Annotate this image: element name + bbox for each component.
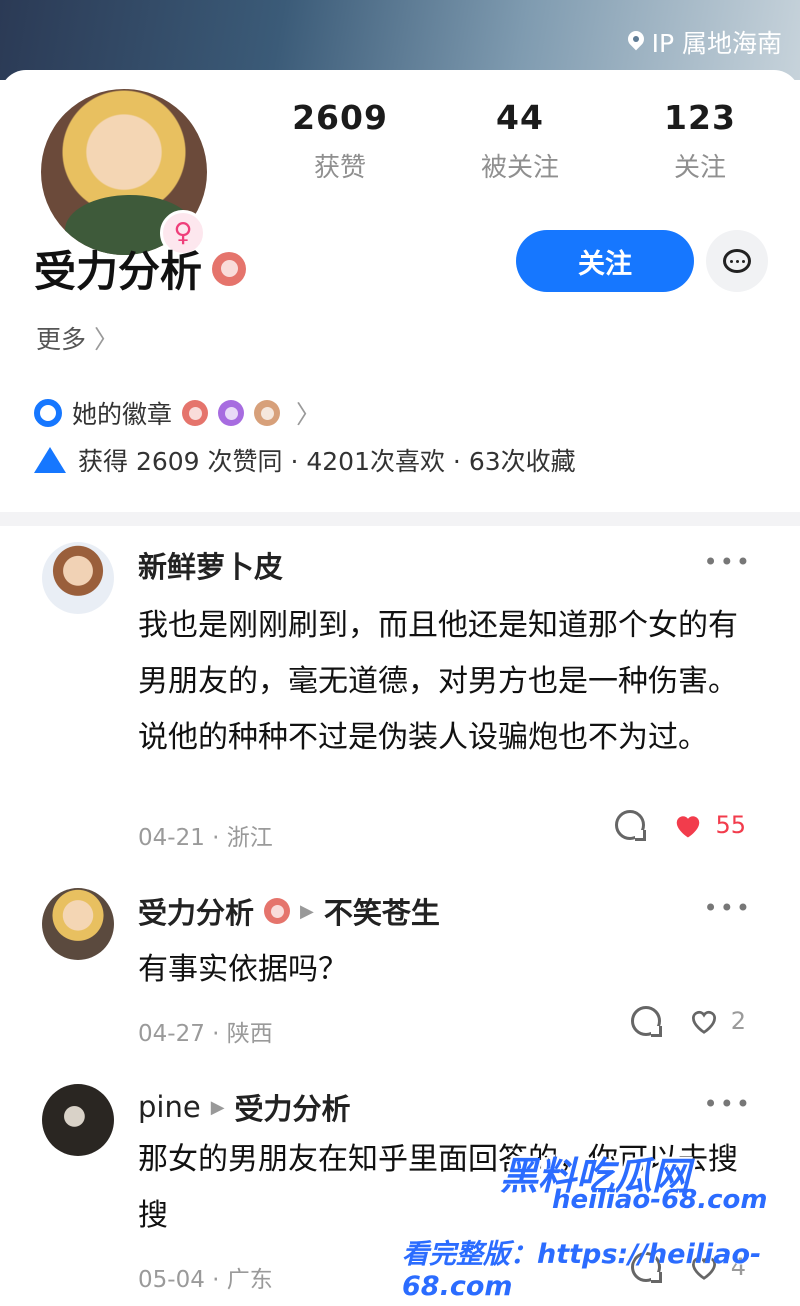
like-button[interactable]: 2 (689, 1007, 746, 1035)
like-button[interactable]: 55 (673, 811, 746, 839)
reply-icon[interactable] (630, 1006, 662, 1037)
comment-meta: 05-04 · 广东 (138, 1267, 273, 1293)
comment-author-name: 受力分析 (138, 896, 255, 930)
stat-followers[interactable]: 44 被关注 (430, 98, 610, 184)
level-badge-icon (264, 898, 291, 924)
badges-label: 她的徽章 (72, 400, 173, 429)
comment-author-name: 新鲜萝卜皮 (138, 550, 284, 584)
profile-name-text: 受力分析 (34, 247, 203, 296)
comment-avatar[interactable] (42, 542, 114, 614)
watermark-url: 看完整版：https://heiliao-68.com (402, 1239, 762, 1302)
comment-item: 新鲜萝卜皮 ••• 我也是刚刚刷到，而且他还是知道那个女的有男朋友的，毫无道德，… (0, 534, 800, 864)
badge-red-icon (182, 400, 209, 426)
stat-value: 2609 (292, 98, 388, 137)
chat-icon (723, 249, 751, 273)
comment-actions: 55 (615, 810, 746, 841)
comment-text: 有事实依据吗？ (138, 952, 348, 987)
comment-author[interactable]: pine ▶ 受力分析 (138, 1086, 351, 1128)
more-link[interactable]: 更多〉 (36, 320, 119, 356)
watermark-domain: heiliao-68.com (552, 1185, 768, 1215)
reply-target[interactable]: 不笑苍生 (324, 890, 440, 932)
badges-row[interactable]: 她的徽章 〉 (34, 395, 321, 431)
comment-actions: 2 (630, 1006, 746, 1037)
comment-meta: 04-27 · 陕西 (138, 1021, 273, 1047)
ip-location: IP 属地海南 (628, 24, 782, 60)
like-count: 55 (715, 811, 746, 839)
comment-author[interactable]: 新鲜萝卜皮 (138, 544, 283, 586)
heart-filled-icon (677, 816, 700, 838)
profile-card: ♀ 2609 获赞 44 被关注 123 关注 受力分析 关注 更多〉 她的徽章… (0, 70, 800, 510)
level-badge-icon (212, 251, 247, 286)
profile-stats: 2609 获赞 44 被关注 123 关注 (250, 98, 790, 184)
like-count: 2 (730, 1007, 746, 1035)
message-button[interactable] (706, 230, 768, 292)
reply-icon[interactable] (615, 810, 647, 841)
heart-outline-icon (691, 1010, 716, 1034)
stat-label: 获赞 (313, 153, 366, 183)
badge-purple-icon (218, 400, 245, 426)
comment-author-name: pine (138, 1090, 201, 1124)
ip-location-text: IP 属地海南 (651, 29, 782, 58)
follow-button[interactable]: 关注 (516, 230, 694, 292)
stat-likes[interactable]: 2609 获赞 (250, 98, 430, 184)
comment-avatar[interactable] (42, 1084, 114, 1156)
chevron-right-icon: 〉 (94, 325, 120, 354)
more-options-icon[interactable]: ••• (704, 1090, 752, 1118)
stat-label: 被关注 (480, 153, 559, 183)
reply-arrow-icon: ▶ (300, 900, 314, 922)
stat-value: 44 (496, 98, 544, 137)
achievement-triangle-icon (34, 447, 66, 473)
stat-label: 关注 (673, 153, 726, 183)
award-icon (34, 399, 62, 427)
comment-text: 我也是刚刚刷到，而且他还是知道那个女的有男朋友的，毫无道德，对男方也是一种伤害。… (138, 608, 738, 755)
stat-value: 123 (664, 98, 736, 137)
achievement-text: 获得 2609 次赞同 · 4201次喜欢 · 63次收藏 (78, 447, 576, 476)
profile-name: 受力分析 (34, 238, 247, 299)
reply-target[interactable]: 受力分析 (235, 1086, 351, 1128)
chevron-right-icon: 〉 (296, 400, 322, 429)
more-options-icon[interactable]: ••• (704, 548, 752, 576)
section-divider (0, 512, 800, 526)
reply-arrow-icon: ▶ (210, 1096, 225, 1118)
more-label: 更多 (36, 325, 87, 354)
more-options-icon[interactable]: ••• (704, 894, 752, 922)
comment-item: 受力分析 ▶ 不笑苍生 ••• 有事实依据吗？ 04-27 · 陕西 2 (0, 880, 800, 1060)
stat-following[interactable]: 123 关注 (610, 98, 790, 184)
comment-meta: 04-21 · 浙江 (138, 825, 273, 851)
comment-author[interactable]: 受力分析 ▶ 不笑苍生 (138, 890, 440, 932)
comment-avatar[interactable] (42, 888, 114, 960)
profile-cover: IP 属地海南 (0, 0, 800, 80)
location-pin-icon (628, 31, 644, 53)
badge-orange-icon (254, 400, 281, 426)
achievement-summary: 获得 2609 次赞同 · 4201次喜欢 · 63次收藏 (34, 442, 576, 478)
